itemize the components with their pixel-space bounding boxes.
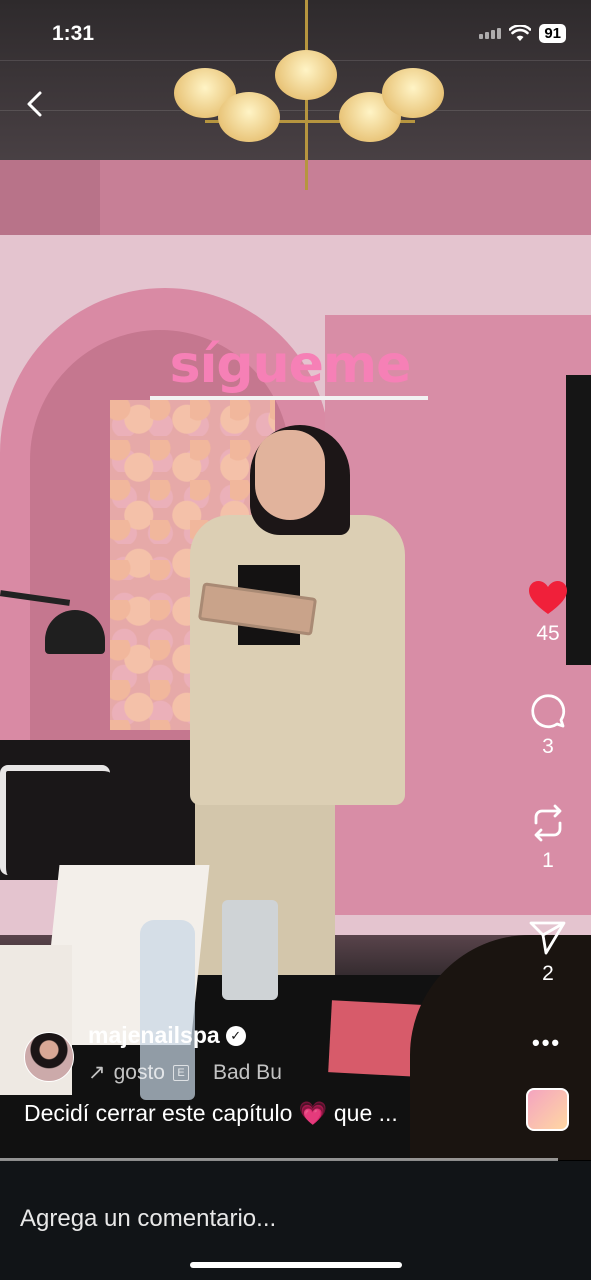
music-cover[interactable]	[526, 1088, 569, 1131]
audio-track: gosto	[113, 1060, 165, 1084]
caption-text[interactable]: Decidí cerrar este capítulo 💗 que ...	[24, 1100, 398, 1127]
status-time: 1:31	[52, 22, 95, 45]
author-row[interactable]: majenailspa ✓	[88, 1022, 246, 1049]
comment-button[interactable]: 3	[520, 693, 576, 759]
back-chevron-icon[interactable]	[20, 88, 52, 120]
explicit-icon: E	[172, 1064, 189, 1081]
repost-icon	[534, 804, 562, 842]
like-button[interactable]: 45	[520, 580, 576, 646]
more-icon[interactable]: •••	[532, 1030, 561, 1056]
chandelier-bulb	[218, 92, 280, 142]
person-head	[255, 430, 325, 520]
audio-artist: Bad Bu	[212, 1060, 282, 1084]
chair	[0, 765, 110, 875]
share-button[interactable]: 2	[520, 920, 576, 986]
repost-count: 1	[542, 849, 554, 872]
author-username[interactable]: majenailspa	[88, 1022, 220, 1049]
person-body	[190, 515, 405, 805]
overlay-underline	[150, 396, 428, 400]
send-icon	[529, 921, 566, 955]
status-icons: 91	[479, 24, 566, 43]
like-count: 45	[536, 622, 560, 645]
reel-video[interactable]	[0, 0, 591, 1160]
battery-icon: 91	[539, 24, 566, 43]
repost-button[interactable]: 1	[520, 803, 576, 873]
home-indicator	[190, 1262, 402, 1268]
share-count: 2	[542, 962, 554, 985]
video-overlay-text: sígueme	[169, 335, 412, 395]
audio-arrow-icon: ↗	[88, 1061, 106, 1084]
audio-row[interactable]: ↗ gosto E Bad Bu	[88, 1060, 282, 1085]
coffee-cup	[222, 900, 278, 1000]
signal-icon	[479, 28, 502, 39]
verified-icon: ✓	[225, 1025, 246, 1046]
comment-input[interactable]: Agrega un comentario...	[20, 1205, 276, 1233]
chandelier-bulb	[382, 68, 444, 118]
wifi-icon	[509, 25, 532, 41]
heart-icon	[529, 581, 567, 614]
comment-count: 3	[542, 735, 554, 758]
chandelier-bulb	[275, 50, 337, 100]
avatar[interactable]	[24, 1032, 74, 1082]
ceiling-line	[0, 110, 591, 111]
comment-icon	[531, 694, 566, 729]
